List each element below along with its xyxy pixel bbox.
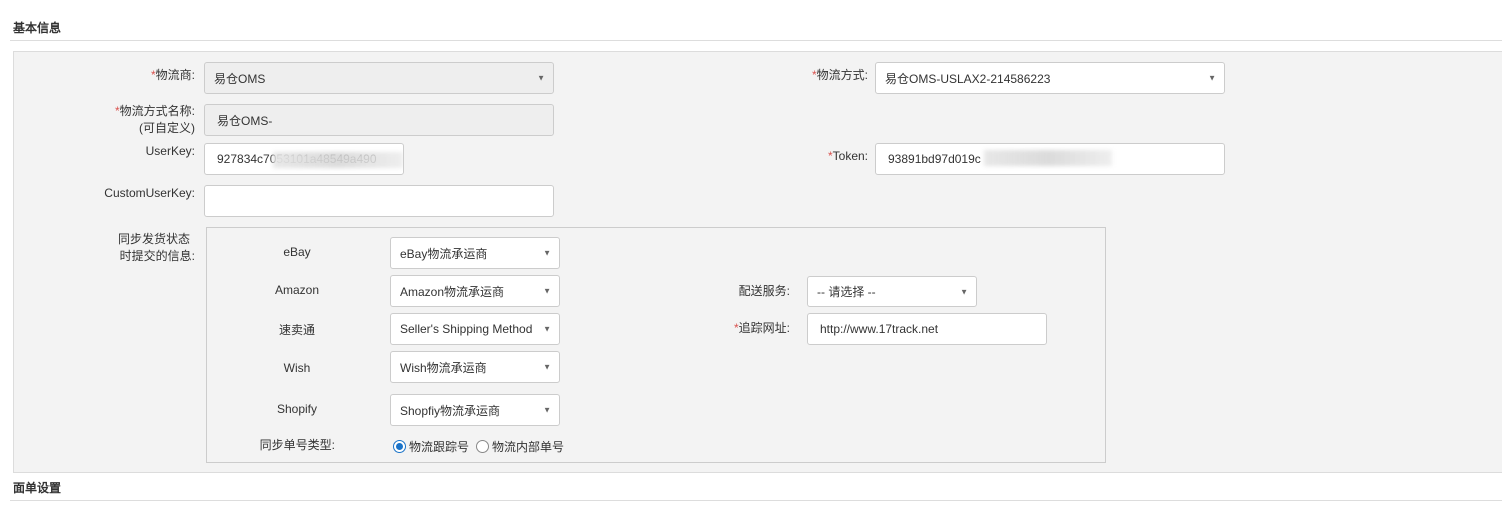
chevron-down-icon: ▼ <box>543 286 551 296</box>
radio-internal-number-label: 物流内部单号 <box>492 440 565 454</box>
delivery-service-label: 配送服务: <box>738 284 790 298</box>
userkey-label: UserKey: <box>145 144 195 158</box>
chevron-down-icon: ▼ <box>543 248 551 258</box>
radio-checked-icon[interactable] <box>393 440 406 453</box>
token-value: 93891bd97d019c <box>888 152 981 166</box>
redaction-blur <box>273 152 403 168</box>
ebay-carrier-select[interactable]: eBay物流承运商 ▼ <box>390 237 560 269</box>
delivery-service-select[interactable]: -- 请选择 -- ▼ <box>807 276 977 307</box>
chevron-down-icon: ▼ <box>543 324 551 334</box>
method-name-value: 易仓OMS- <box>217 113 273 128</box>
aliexpress-carrier-select[interactable]: Seller's Shipping Method ▼ <box>390 313 560 345</box>
chevron-down-icon: ▼ <box>537 73 545 83</box>
custom-userkey-input[interactable] <box>204 185 554 217</box>
redaction-blur <box>984 150 1112 166</box>
method-label: *物流方式: <box>811 68 868 82</box>
tracking-url-label: *追踪网址: <box>733 321 790 335</box>
shopify-carrier-select[interactable]: Shopfiy物流承运商 ▼ <box>390 394 560 426</box>
custom-userkey-label: CustomUserKey: <box>104 186 195 200</box>
radio-tracking-number[interactable]: 物流跟踪号 <box>393 438 469 455</box>
section-divider <box>10 500 1502 501</box>
carrier-value: 易仓OMS <box>214 71 266 86</box>
chevron-down-icon: ▼ <box>543 362 551 372</box>
method-name-label: *物流方式名称: (可自定义) <box>114 104 195 135</box>
platform-label-amazon: Amazon <box>274 283 320 297</box>
aliexpress-carrier-value: Seller's Shipping Method <box>400 322 533 336</box>
tracking-url-value: http://www.17track.net <box>820 322 939 336</box>
method-value: 易仓OMS-USLAX2-214586223 <box>885 71 1051 86</box>
amazon-carrier-value: Amazon物流承运商 <box>400 284 505 299</box>
platform-label-aliexpress: 速卖通 <box>278 323 315 337</box>
ebay-carrier-value: eBay物流承运商 <box>400 246 488 261</box>
sync-info-panel <box>206 227 1106 463</box>
chevron-down-icon: ▼ <box>960 287 968 296</box>
shopify-carrier-value: Shopfiy物流承运商 <box>400 403 501 418</box>
token-input[interactable]: 93891bd97d019c <box>875 143 1225 175</box>
platform-label-wish: Wish <box>283 361 311 375</box>
wish-carrier-value: Wish物流承运商 <box>400 360 487 375</box>
userkey-input[interactable]: 927834c7053101a48549a490 <box>204 143 404 175</box>
section-divider <box>10 40 1502 41</box>
radio-unchecked-icon[interactable] <box>476 440 489 453</box>
chevron-down-icon: ▼ <box>543 405 551 415</box>
wish-carrier-select[interactable]: Wish物流承运商 ▼ <box>390 351 560 383</box>
delivery-service-value: -- 请选择 -- <box>817 285 876 299</box>
section-title-label-settings: 面单设置 <box>13 481 62 495</box>
radio-internal-number[interactable]: 物流内部单号 <box>476 438 564 455</box>
number-type-label: 同步单号类型: <box>259 438 335 452</box>
carrier-label: *物流商: <box>150 68 195 82</box>
platform-label-shopify: Shopify <box>276 402 318 416</box>
tracking-url-input[interactable]: http://www.17track.net <box>807 313 1047 345</box>
method-select[interactable]: 易仓OMS-USLAX2-214586223 ▼ <box>875 62 1225 94</box>
carrier-select[interactable]: 易仓OMS ▼ <box>204 62 554 94</box>
method-name-input[interactable]: 易仓OMS- <box>204 104 554 136</box>
sync-info-label: 同步发货状态 时提交的信息: <box>117 232 195 263</box>
token-label: *Token: <box>827 149 868 163</box>
radio-tracking-number-label: 物流跟踪号 <box>409 440 470 454</box>
section-title-basic-info: 基本信息 <box>13 21 62 35</box>
chevron-down-icon: ▼ <box>1208 73 1216 83</box>
amazon-carrier-select[interactable]: Amazon物流承运商 ▼ <box>390 275 560 307</box>
platform-label-ebay: eBay <box>283 245 311 259</box>
